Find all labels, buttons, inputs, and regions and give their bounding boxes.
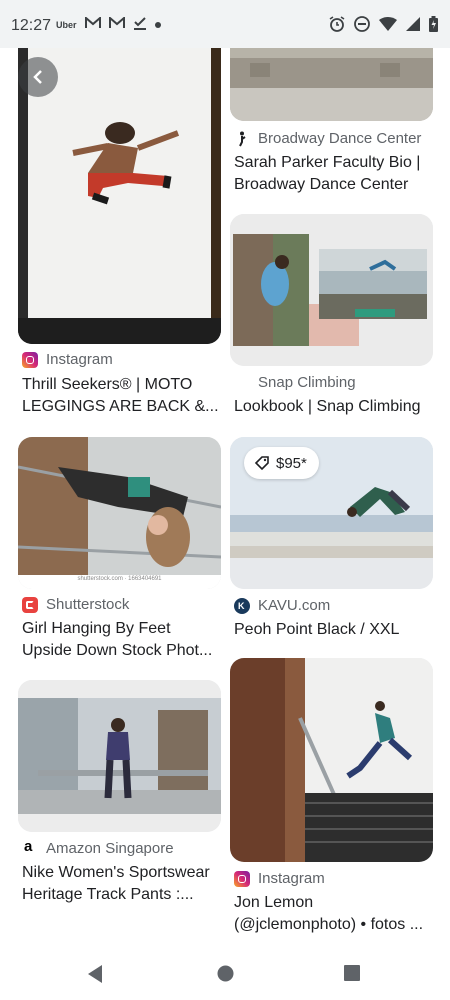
result-source[interactable]: Broadway Dance Center [234, 130, 421, 147]
status-bar: 12:27 Uber [0, 0, 450, 48]
result-image-amazon[interactable] [18, 680, 221, 832]
shutterstock-icon [22, 596, 38, 613]
source-label: Amazon Singapore [46, 840, 174, 857]
kavu-icon: K [234, 597, 250, 614]
result-image-broadway[interactable] [230, 48, 433, 121]
instagram-icon [234, 870, 250, 887]
price-tag-icon [254, 456, 269, 471]
instagram-icon [22, 351, 38, 368]
result-title[interactable]: Lookbook | Snap Climbing [234, 396, 439, 418]
source-label: Instagram [258, 870, 325, 887]
watermark-text: shutterstock.com · 1663404691 [77, 576, 162, 582]
title-line: Broadway Dance Center [234, 176, 409, 193]
dot-icon [154, 19, 161, 31]
price-badge: $95* [244, 447, 319, 479]
result-title[interactable]: Peoh Point Black / XXL [234, 619, 439, 641]
climbing-lookbook-photo [230, 214, 433, 366]
price-label: $95* [276, 454, 307, 472]
wifi-icon [379, 17, 397, 36]
uber-icon: Uber [56, 19, 77, 30]
gmail-icon [84, 15, 101, 32]
title-line: Sarah Parker Faculty Bio | [234, 154, 421, 171]
chevron-left-icon [33, 70, 42, 84]
image-results-grid[interactable]: Instagram Thrill Seekers® | MOTO LEGGING… [0, 48, 450, 948]
title-line: Nike Women's Sportswear [22, 864, 210, 881]
do-not-disturb-icon [354, 16, 370, 37]
result-source[interactable]: Instagram [234, 870, 325, 887]
result-title[interactable]: Thrill Seekers® | MOTO LEGGINGS ARE BACK… [22, 374, 227, 418]
girl-hanging-upside-down-photo [18, 437, 221, 589]
source-label: Snap Climbing [258, 374, 356, 391]
source-label: KAVU.com [258, 597, 331, 614]
battery-icon [429, 16, 438, 37]
system-navigation-bar [0, 948, 450, 1000]
result-title[interactable]: Jon Lemon (@jclemonphoto) • fotos ... [234, 892, 439, 936]
tasks-check-icon [133, 16, 147, 33]
woman-track-pants-photo [18, 680, 221, 832]
result-title[interactable]: Girl Hanging By Feet Upside Down Stock P… [22, 618, 227, 662]
title-line: Jon Lemon [234, 894, 314, 911]
gmail-icon [108, 15, 125, 32]
snap-climbing-icon [234, 375, 250, 391]
notification-icons: Uber [56, 15, 161, 33]
recents-square-icon[interactable] [344, 965, 360, 986]
source-label: Instagram [46, 351, 113, 368]
title-line: LEGGINGS ARE BACK &... [22, 398, 219, 415]
title-line: Girl Hanging By Feet [22, 620, 171, 637]
result-image-shutterstock[interactable]: shutterstock.com · 1663404691 [18, 437, 221, 589]
alarm-icon [329, 16, 345, 37]
result-source[interactable]: K KAVU.com [234, 597, 330, 614]
title-line: Peoh Point Black / XXL [234, 621, 400, 638]
status-time: 12:27 [11, 17, 52, 34]
result-title[interactable]: Sarah Parker Faculty Bio | Broadway Danc… [234, 152, 439, 196]
stair-jump-photo [230, 658, 433, 862]
title-line: Heritage Track Pants :... [22, 886, 194, 903]
source-label: Shutterstock [46, 596, 130, 613]
result-source[interactable]: Snap Climbing [234, 374, 356, 391]
back-button[interactable] [18, 57, 58, 97]
result-source[interactable]: Instagram [22, 351, 113, 368]
title-line: (@jclemonphoto) • fotos ... [234, 916, 424, 933]
title-line: Thrill Seekers® | MOTO [22, 376, 193, 393]
title-line: Lookbook | Snap Climbing [234, 398, 421, 415]
building-wall-photo [230, 48, 433, 121]
home-circle-icon[interactable] [217, 965, 234, 987]
result-source[interactable]: Shutterstock [22, 596, 129, 613]
amazon-icon: a [24, 837, 33, 855]
result-title[interactable]: Nike Women's Sportswear Heritage Track P… [22, 862, 227, 906]
dancer-icon [234, 131, 250, 147]
signal-icon [406, 17, 420, 36]
source-label: Broadway Dance Center [258, 130, 422, 147]
title-line: Upside Down Stock Phot... [22, 642, 213, 659]
result-source[interactable]: a Amazon Singapore [22, 837, 174, 857]
back-triangle-icon[interactable] [86, 964, 104, 989]
result-image-snap-climbing[interactable] [230, 214, 433, 366]
system-icons [329, 16, 438, 37]
result-image-jon-lemon[interactable] [230, 658, 433, 862]
